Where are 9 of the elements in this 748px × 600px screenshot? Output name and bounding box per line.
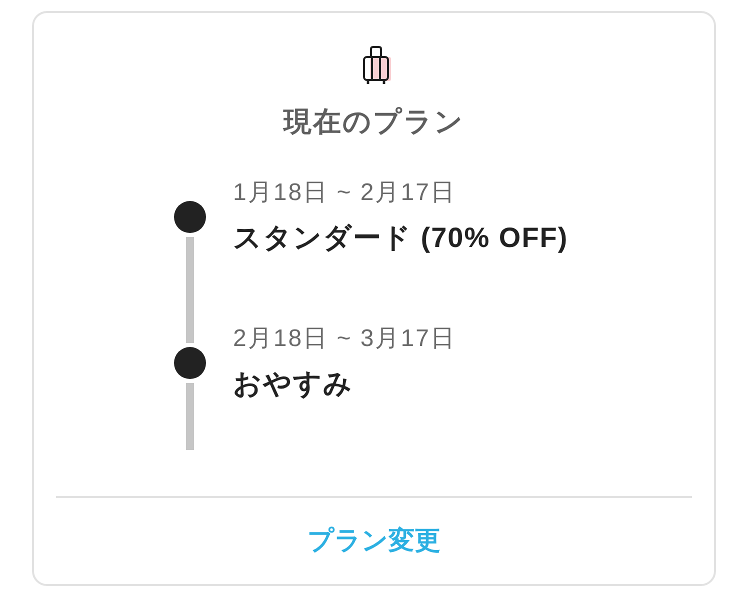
plan-period: 1月18日 ~ 2月17日 [233, 179, 457, 207]
suitcase-icon [361, 45, 393, 85]
plan-name: スタンダード (70% OFF) [233, 221, 568, 255]
change-plan-link[interactable]: プラン変更 [308, 522, 440, 558]
plan-name: おやすみ [233, 367, 354, 401]
timeline-dot-icon [174, 201, 206, 233]
plan-title: 現在のプラン [284, 105, 464, 139]
timeline-dot-icon [174, 347, 206, 379]
plan-period: 2月18日 ~ 3月17日 [233, 325, 456, 353]
